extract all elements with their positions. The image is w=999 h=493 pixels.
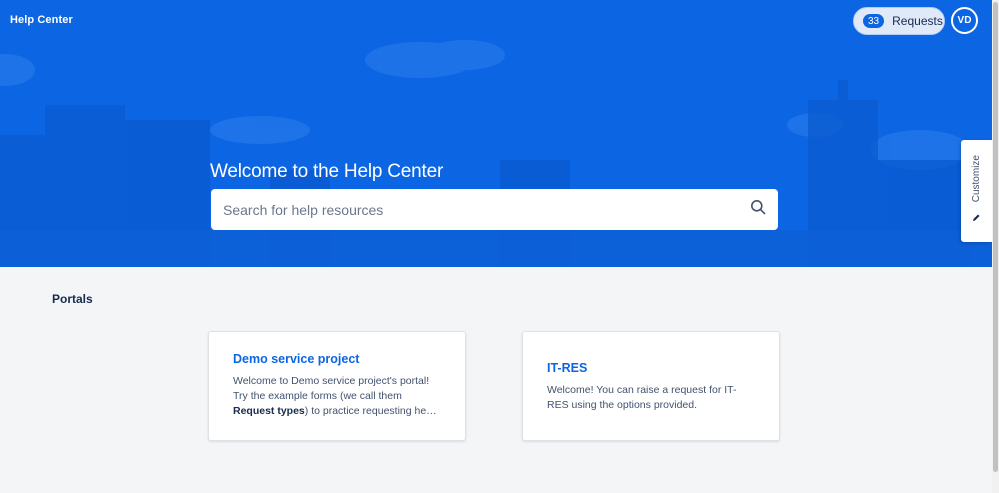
pencil-icon <box>972 209 981 227</box>
portals-heading: Portals <box>52 292 93 306</box>
user-avatar[interactable]: VD <box>951 7 978 34</box>
help-center-brand[interactable]: Help Center <box>10 14 73 26</box>
portal-card-description: Welcome to Demo service project's portal… <box>233 375 437 417</box>
search-bar[interactable] <box>211 189 778 230</box>
requests-button[interactable]: 33 Requests <box>853 7 945 35</box>
requests-count-badge: 33 <box>863 14 885 28</box>
portal-card-demo-service-project[interactable]: Demo service project Welcome to Demo ser… <box>208 331 466 441</box>
page-scrollbar[interactable] <box>992 0 999 493</box>
page-title: Welcome to the Help Center <box>210 161 444 182</box>
scrollbar-thumb[interactable] <box>993 2 998 472</box>
requests-label: Requests <box>892 14 943 28</box>
portal-card-title[interactable]: IT-RES <box>547 361 755 375</box>
portal-card-description: Welcome! You can raise a request for IT-… <box>547 384 737 411</box>
portal-card-it-res[interactable]: IT-RES Welcome! You can raise a request … <box>522 331 780 441</box>
customize-button[interactable]: Customize <box>961 140 992 242</box>
search-input[interactable] <box>223 201 750 218</box>
search-icon[interactable] <box>750 199 766 220</box>
customize-label: Customize <box>971 155 982 203</box>
portal-card-title[interactable]: Demo service project <box>233 352 441 366</box>
